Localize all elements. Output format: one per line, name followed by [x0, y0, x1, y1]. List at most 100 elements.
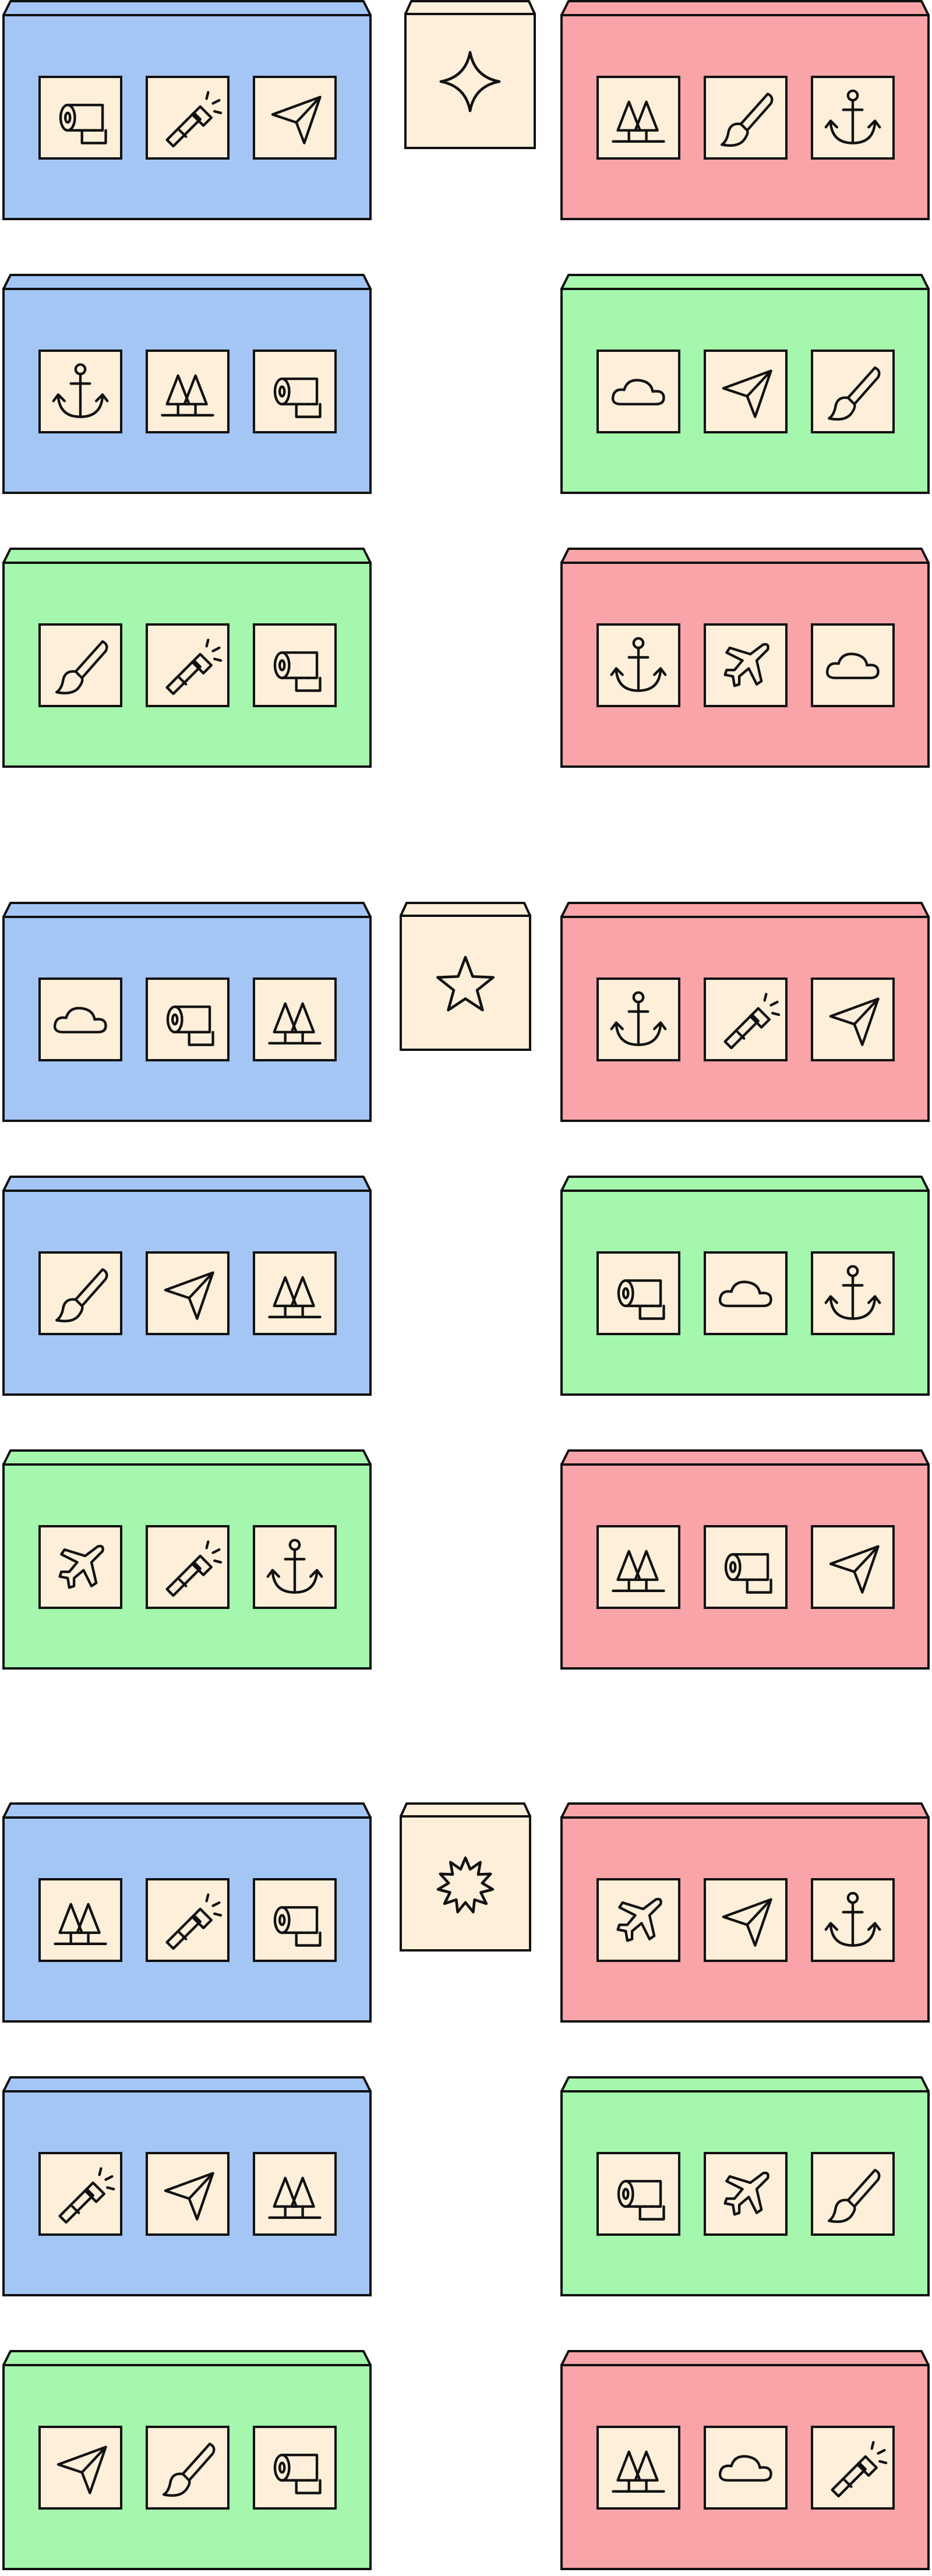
red-box — [560, 1449, 930, 1670]
icon-tile — [146, 76, 230, 160]
icon-tile — [38, 1878, 122, 1962]
icon-tile — [704, 2152, 788, 2236]
flashlight-icon — [58, 2167, 115, 2224]
icon-tile — [811, 978, 895, 1061]
paper-plane-icon — [271, 96, 322, 144]
icon-tile — [811, 623, 895, 707]
icon-tile — [596, 2426, 680, 2510]
icon-tile — [38, 2426, 122, 2510]
green-box — [560, 274, 930, 494]
toilet-paper-icon — [273, 651, 322, 692]
icon-tile — [704, 1525, 788, 1609]
icon-tile — [704, 2426, 788, 2510]
paintbrush-icon — [55, 1268, 108, 1322]
flashlight-icon — [831, 2441, 888, 2498]
icon-tile — [253, 76, 337, 160]
icon-tile — [146, 978, 230, 1061]
airplane-icon — [58, 1544, 104, 1589]
paintbrush-icon — [721, 93, 774, 147]
toilet-paper-icon — [273, 377, 322, 418]
icon-tile — [146, 1878, 230, 1962]
icon-tile — [811, 350, 895, 433]
anchor-icon — [52, 363, 109, 418]
green-box — [560, 2076, 930, 2296]
paper-plane-icon — [829, 1545, 880, 1594]
trees-icon — [161, 374, 214, 417]
paper-plane-icon — [57, 2446, 107, 2494]
trees-icon — [268, 1276, 322, 1318]
trees-icon — [268, 2176, 322, 2219]
toilet-paper-icon — [617, 1279, 665, 1320]
red-box — [560, 902, 930, 1122]
icon-tile — [811, 1525, 895, 1609]
trees-icon — [612, 1550, 665, 1592]
icon-tile — [38, 76, 122, 160]
icon-tile — [253, 623, 337, 707]
flashlight-icon — [165, 638, 223, 696]
icon-tile — [38, 2152, 122, 2236]
paintbrush-icon — [55, 640, 108, 694]
green-box — [2, 2350, 372, 2570]
paper-plane-icon — [829, 997, 880, 1046]
icon-tile — [596, 1251, 680, 1335]
icon-tile — [146, 350, 230, 433]
icon-tile — [38, 623, 122, 707]
cloud-icon — [53, 1007, 107, 1033]
icon-tile — [596, 1525, 680, 1609]
airplane-icon — [616, 1897, 662, 1942]
paper-plane-icon — [722, 1898, 772, 1947]
icon-tile — [253, 1878, 337, 1962]
cloud-icon — [718, 2455, 772, 2482]
toilet-paper-icon — [617, 2180, 665, 2221]
anchor-icon — [824, 89, 881, 144]
icon-tile — [253, 350, 337, 433]
airplane-icon — [723, 2171, 769, 2216]
red-box — [560, 0, 930, 220]
anchor-icon — [824, 1892, 881, 1947]
blue-box — [2, 1802, 372, 2023]
trees-icon — [54, 1903, 107, 1945]
green-box — [2, 548, 372, 768]
flashlight-icon — [165, 91, 223, 148]
icon-tile — [704, 1878, 788, 1962]
icon-tile — [811, 1878, 895, 1962]
icon-tile — [253, 2152, 337, 2236]
toilet-paper-icon — [273, 2454, 322, 2494]
flashlight-icon — [165, 1540, 223, 1597]
cloud-icon — [825, 652, 880, 679]
red-box — [560, 548, 930, 768]
flashlight-icon — [723, 993, 781, 1050]
toilet-paper-icon — [273, 1906, 322, 1947]
paper-plane-icon — [164, 1271, 214, 1320]
icon-tile — [704, 1251, 788, 1335]
green-box — [2, 1449, 372, 1670]
trees-icon — [612, 2450, 665, 2493]
icon-tile — [146, 623, 230, 707]
paintbrush-icon — [828, 366, 881, 421]
icon-tile — [146, 2152, 230, 2236]
red-box — [560, 2350, 930, 2570]
airplane-icon — [723, 643, 769, 687]
icon-tile — [596, 76, 680, 160]
icon-tile — [146, 1251, 230, 1335]
icon-tile — [704, 350, 788, 433]
paper-plane-icon — [722, 369, 772, 418]
icon-tile — [704, 978, 788, 1061]
icon-tile — [596, 978, 680, 1061]
paper-plane-icon — [164, 2172, 214, 2221]
blue-box — [2, 274, 372, 494]
red-box — [560, 1802, 930, 2023]
anchor-icon — [824, 1265, 881, 1320]
icon-tile — [38, 1525, 122, 1609]
anchor-icon — [610, 991, 667, 1046]
green-box — [560, 1176, 930, 1396]
blue-box — [2, 1176, 372, 1396]
icon-tile — [596, 350, 680, 433]
trees-icon — [268, 1002, 322, 1044]
icon-tile — [811, 76, 895, 160]
icon-tile — [146, 1525, 230, 1609]
icon-tile — [146, 2426, 230, 2510]
toilet-paper-icon — [59, 104, 107, 144]
icon-tile — [253, 978, 337, 1061]
anchor-icon — [610, 637, 667, 692]
